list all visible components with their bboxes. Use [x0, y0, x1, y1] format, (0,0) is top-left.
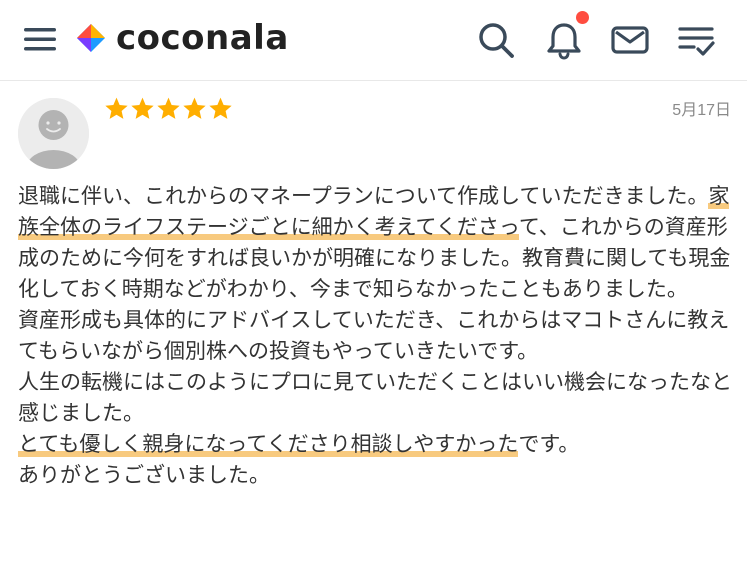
star-icon: [183, 97, 206, 119]
app-header: coconala: [0, 0, 747, 81]
search-icon[interactable]: [476, 20, 516, 60]
review-text: 退職に伴い、これからのマネープランについて作成していただきました。家族全体のライ…: [18, 181, 740, 491]
star-icon: [209, 97, 232, 119]
menu-icon[interactable]: [24, 26, 56, 52]
coconala-logo-mark-icon: [77, 24, 105, 52]
notification-dot: [576, 11, 589, 24]
rating-stars: [104, 96, 233, 121]
bell-icon[interactable]: [544, 20, 584, 60]
coconala-logo[interactable]: coconala: [74, 18, 289, 58]
review-text-segment: 退職に伴い、これからのマネープランについて作成していただきました。: [18, 184, 709, 208]
review-text-segment: て、これからの資産形成のために今何をすれば良いかが明確になりました。教育費に関し…: [18, 215, 732, 425]
star-icon: [157, 97, 180, 119]
default-user-icon: [18, 98, 89, 169]
mail-icon[interactable]: [610, 20, 650, 60]
logo-text: coconala: [116, 18, 289, 58]
review-date: 5月17日: [672, 102, 731, 119]
todo-list-icon[interactable]: [676, 20, 716, 60]
star-icon: [105, 97, 128, 119]
highlighted-text: とても優しく親身になってくださり相談しやすかった: [18, 432, 519, 457]
reviewer-avatar: [18, 98, 89, 169]
star-icon: [131, 97, 154, 119]
